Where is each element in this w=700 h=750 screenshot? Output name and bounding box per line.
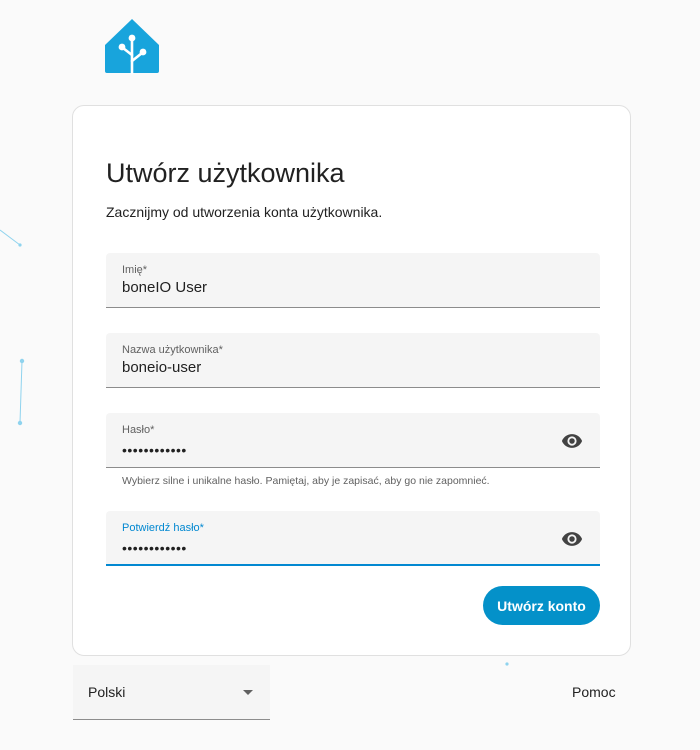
language-value: Polski: [88, 684, 126, 700]
confirm-password-value: ••••••••••••: [122, 540, 187, 556]
username-label: Nazwa użytkownika*: [122, 344, 223, 356]
help-link[interactable]: Pomoc: [572, 684, 616, 700]
name-value: boneIO User: [122, 279, 208, 296]
username-value: boneio-user: [122, 359, 202, 376]
eye-icon[interactable]: [561, 530, 583, 548]
password-field[interactable]: Hasło* ••••••••••••: [106, 413, 600, 468]
name-label: Imię*: [122, 264, 148, 276]
password-value: ••••••••••••: [122, 442, 187, 458]
home-assistant-logo-icon: [103, 17, 161, 75]
dropdown-arrow-icon: [243, 690, 253, 695]
password-label: Hasło*: [122, 424, 155, 436]
page-title: Utwórz użytkownika: [106, 158, 345, 188]
create-account-button[interactable]: Utwórz konto: [483, 586, 600, 625]
confirm-password-label: Potwierdź hasło*: [122, 522, 204, 534]
eye-icon[interactable]: [561, 432, 583, 450]
password-helper-text: Wybierz silne i unikalne hasło. Pamiętaj…: [122, 475, 490, 487]
confirm-password-field[interactable]: Potwierdź hasło* ••••••••••••: [106, 511, 600, 566]
language-select[interactable]: Polski: [73, 665, 270, 720]
name-field[interactable]: Imię* boneIO User: [106, 253, 600, 308]
create-user-card: Utwórz użytkownika Zacznijmy od utworzen…: [72, 105, 631, 656]
page-subtitle: Zacznijmy od utworzenia konta użytkownik…: [106, 204, 383, 220]
username-field[interactable]: Nazwa użytkownika* boneio-user: [106, 333, 600, 388]
